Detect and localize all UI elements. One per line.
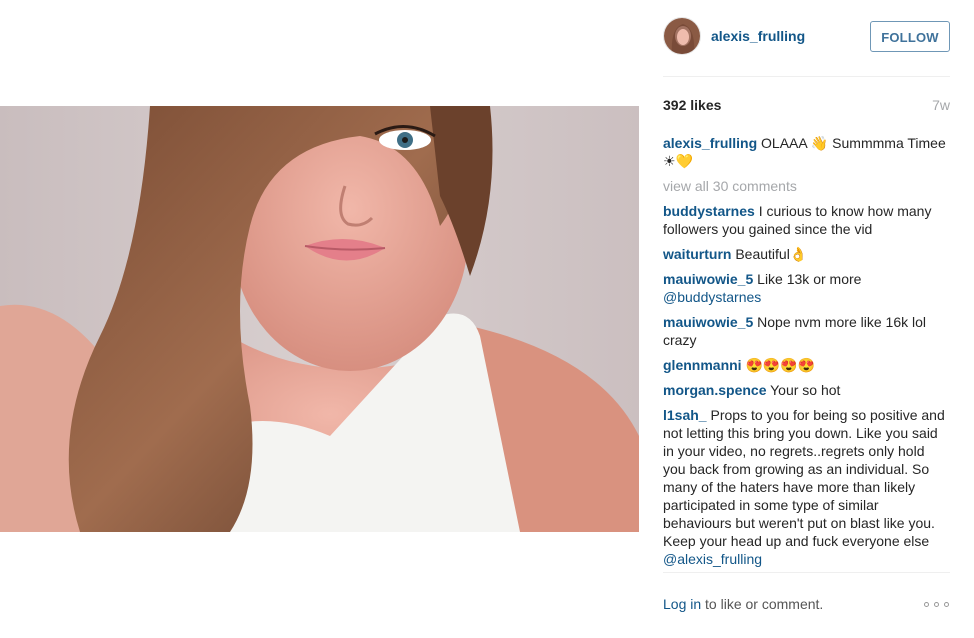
caption-username[interactable]: alexis_frulling bbox=[663, 135, 757, 151]
login-link[interactable]: Log in bbox=[663, 596, 701, 612]
comment: morgan.spence Your so hot bbox=[663, 381, 950, 399]
comment-text: Beautiful👌 bbox=[735, 246, 808, 262]
photo-column bbox=[0, 0, 639, 638]
comment: mauiwowie_5 Nope nvm more like 16k lol c… bbox=[663, 313, 950, 349]
login-prompt-text: to like or comment. bbox=[701, 596, 824, 612]
follow-button[interactable]: FOLLOW bbox=[870, 21, 950, 52]
caption: alexis_frulling OLAAA 👋 Summmma Timee☀💛 bbox=[663, 134, 950, 170]
header-username[interactable]: alexis_frulling bbox=[711, 28, 805, 44]
post-footer: Log in to like or comment. bbox=[663, 596, 950, 614]
avatar-image bbox=[664, 18, 700, 54]
comment-username[interactable]: glennmanni bbox=[663, 357, 742, 373]
comments-list: alexis_frulling OLAAA 👋 Summmma Timee☀💛 … bbox=[663, 134, 950, 575]
divider bbox=[663, 76, 950, 77]
divider bbox=[663, 572, 950, 573]
comment-username[interactable]: morgan.spence bbox=[663, 382, 766, 398]
comment-text: 😍😍😍😍 bbox=[745, 357, 816, 373]
post-time[interactable]: 7w bbox=[932, 97, 950, 113]
comment: buddystarnes I curious to know how many … bbox=[663, 202, 950, 238]
view-all-comments-link[interactable]: view all 30 comments bbox=[663, 177, 950, 195]
comment-username[interactable]: buddystarnes bbox=[663, 203, 755, 219]
selfie-image bbox=[0, 106, 639, 532]
comment: glennmanni 😍😍😍😍 bbox=[663, 356, 950, 374]
comment-username[interactable]: waiturturn bbox=[663, 246, 731, 262]
likes-row: 392 likes 7w bbox=[663, 97, 950, 115]
comment-username[interactable]: mauiwowie_5 bbox=[663, 271, 753, 287]
post-header: alexis_frulling FOLLOW bbox=[663, 16, 950, 58]
comment-text: Your so hot bbox=[770, 382, 841, 398]
post-photo[interactable] bbox=[0, 106, 639, 532]
comment-text: Props to you for being so positive and n… bbox=[663, 407, 945, 549]
avatar[interactable] bbox=[663, 17, 701, 55]
comment: l1sah_ Props to you for being so positiv… bbox=[663, 406, 950, 568]
post-details: alexis_frulling FOLLOW 392 likes 7w alex… bbox=[663, 0, 950, 638]
comment-text: Like 13k or more bbox=[757, 271, 862, 287]
comment-mention[interactable]: @alexis_frulling bbox=[663, 551, 762, 567]
likes-count[interactable]: 392 likes bbox=[663, 97, 721, 113]
more-options-icon[interactable] bbox=[924, 600, 950, 610]
comment-username[interactable]: mauiwowie_5 bbox=[663, 314, 753, 330]
comment: waiturturn Beautiful👌 bbox=[663, 245, 950, 263]
comment-username[interactable]: l1sah_ bbox=[663, 407, 707, 423]
comment-mention[interactable]: @buddystarnes bbox=[663, 289, 761, 305]
comment: mauiwowie_5 Like 13k or more @buddystarn… bbox=[663, 270, 950, 306]
